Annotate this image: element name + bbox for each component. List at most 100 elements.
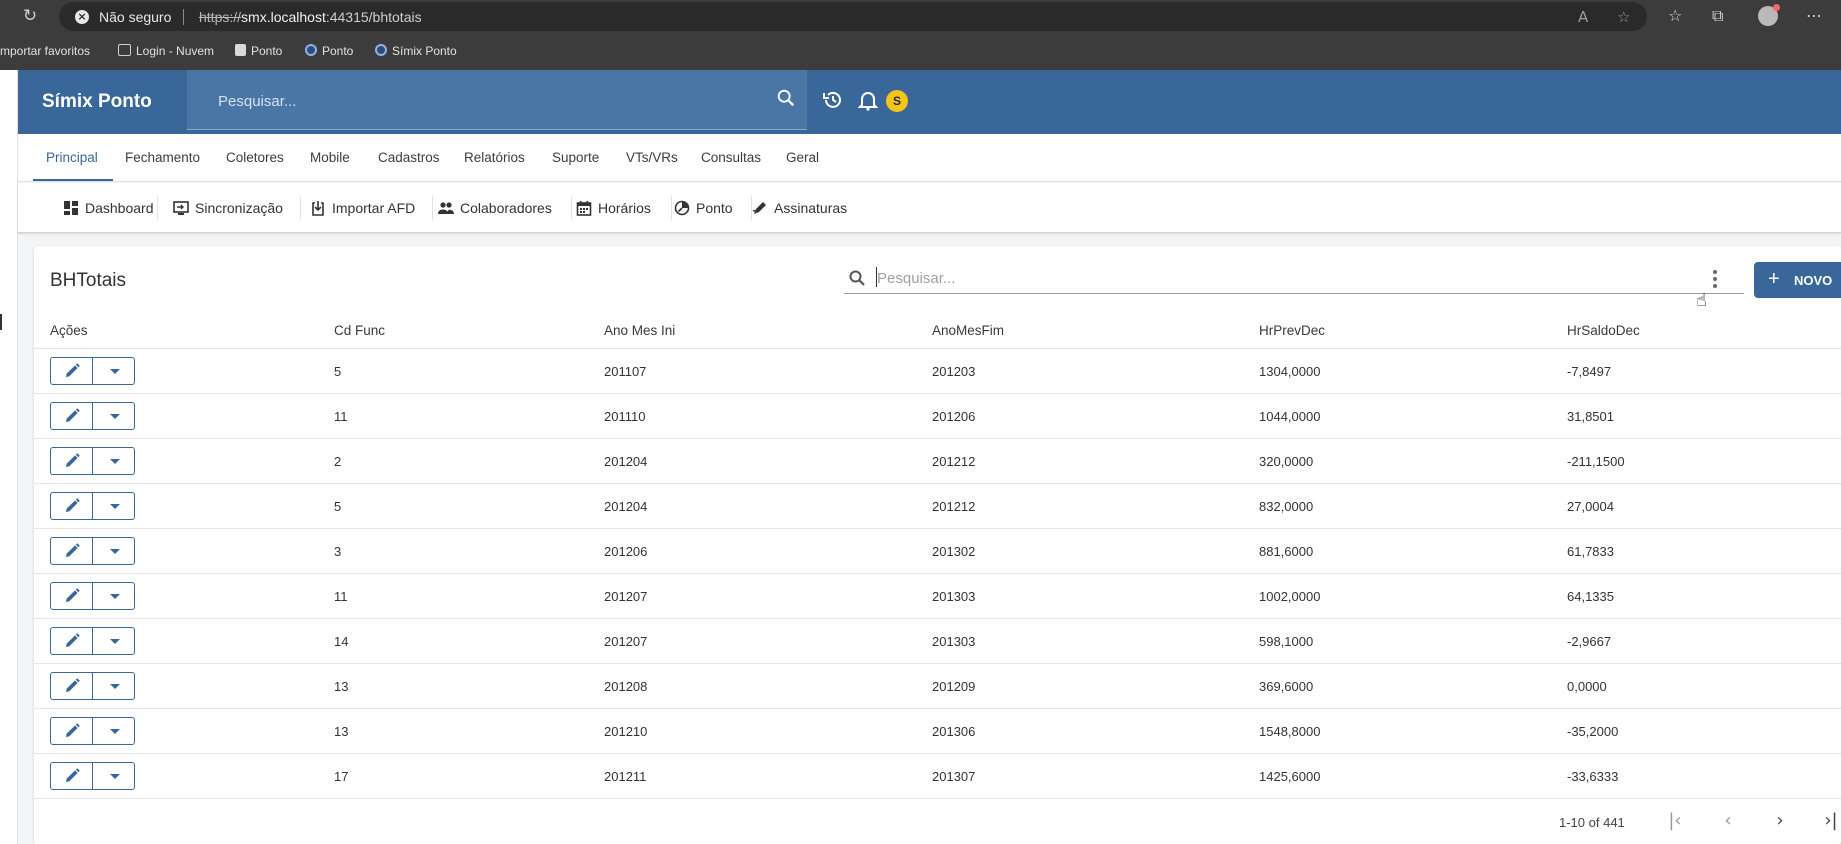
- tab-principal[interactable]: Principal: [46, 150, 98, 165]
- plus-icon: +: [1768, 268, 1780, 290]
- column-header-hr-saldo-dec[interactable]: HrSaldoDec: [1567, 323, 1640, 338]
- row-actions: [50, 627, 135, 655]
- row-menu-dropdown-button[interactable]: [94, 448, 135, 474]
- address-bar[interactable]: × Não seguro https://smx.localhost:44315…: [59, 2, 1647, 31]
- column-header-cd-func[interactable]: Cd Func: [334, 323, 385, 338]
- row-menu-dropdown-button[interactable]: [94, 358, 135, 384]
- row-menu-dropdown-button[interactable]: [94, 493, 135, 519]
- table-search-placeholder: Pesquisar...: [877, 270, 956, 287]
- bookmark-import-favorites[interactable]: mportar favoritos: [0, 44, 90, 58]
- more-menu-icon[interactable]: ⋯: [1806, 6, 1822, 25]
- notifications-icon[interactable]: [856, 88, 880, 112]
- edit-button[interactable]: [51, 358, 93, 384]
- row-menu-dropdown-button[interactable]: [94, 628, 135, 654]
- tab-suporte[interactable]: Suporte: [552, 150, 599, 165]
- bookmark-ponto-2[interactable]: Ponto: [305, 44, 353, 58]
- cell-fim: 201212: [932, 454, 976, 469]
- subnav-label: Importar AFD: [332, 200, 416, 216]
- column-header-hr-prev-dec[interactable]: HrPrevDec: [1259, 323, 1325, 338]
- url-path: :44315/bhtotais: [325, 9, 422, 25]
- previous-page-icon[interactable]: ‹: [1717, 810, 1739, 832]
- edit-button[interactable]: [51, 448, 93, 474]
- pencil-icon: [66, 768, 80, 782]
- tab-geral[interactable]: Geral: [786, 150, 819, 165]
- row-menu-dropdown-button[interactable]: [94, 673, 135, 699]
- favorite-star-icon[interactable]: ☆: [1617, 8, 1630, 26]
- history-icon[interactable]: [821, 88, 845, 112]
- table-row: 5 201107 201203 1304,0000 -7,8497: [34, 349, 1841, 394]
- main-tabs: Principal Fechamento Coletores Mobile Ca…: [18, 134, 1841, 182]
- app-title[interactable]: Símix Ponto: [42, 91, 152, 113]
- folder-icon: [118, 44, 131, 56]
- next-page-icon[interactable]: ›: [1769, 810, 1791, 832]
- subnav-label: Colaboradores: [460, 200, 552, 216]
- tab-fechamento[interactable]: Fechamento: [125, 150, 200, 165]
- profile-avatar-icon[interactable]: [1758, 4, 1780, 26]
- cell-cd: 2: [334, 454, 342, 469]
- column-header-ano-mes-fim[interactable]: AnoMesFim: [932, 323, 1004, 338]
- sync-icon: [173, 201, 189, 215]
- bookmark-simix-ponto[interactable]: Símix Ponto: [375, 44, 457, 58]
- not-secure-icon[interactable]: ×: [75, 10, 89, 24]
- column-header-ano-mes-ini[interactable]: Ano Mes Ini: [604, 323, 675, 338]
- subnav-label: Sincronização: [195, 200, 283, 216]
- tab-vts-vrs[interactable]: VTs/VRs: [626, 150, 678, 165]
- cell-ini: 201204: [604, 499, 648, 514]
- row-menu-dropdown-button[interactable]: [94, 718, 135, 744]
- browser-chrome: ↻ × Não seguro https://smx.localhost:443…: [0, 0, 1841, 70]
- row-menu-dropdown-button[interactable]: [94, 538, 135, 564]
- collections-icon[interactable]: ⧉: [1712, 6, 1723, 26]
- pencil-icon: [66, 408, 80, 422]
- address-row: ↻ × Não seguro https://smx.localhost:443…: [0, 0, 1841, 32]
- row-menu-dropdown-button[interactable]: [94, 583, 135, 609]
- cell-fim: 201303: [932, 589, 976, 604]
- row-actions: [50, 447, 135, 475]
- pencil-icon: [66, 633, 80, 647]
- clock-icon: [674, 200, 690, 216]
- table-search-input[interactable]: Pesquisar...: [844, 260, 1744, 294]
- row-menu-dropdown-button[interactable]: [94, 763, 135, 789]
- tab-coletores[interactable]: Coletores: [226, 150, 284, 165]
- security-label[interactable]: Não seguro: [99, 9, 171, 25]
- more-options-icon[interactable]: [1713, 270, 1717, 288]
- reload-icon[interactable]: ↻: [20, 6, 40, 26]
- url-text[interactable]: https://smx.localhost:44315/bhtotais: [199, 9, 422, 25]
- last-page-icon[interactable]: ›|: [1820, 810, 1841, 832]
- people-icon: [438, 202, 454, 214]
- table-row: 13 201208 201209 369,6000 0,0000: [34, 664, 1841, 709]
- cell-saldo: -7,8497: [1567, 364, 1612, 379]
- row-actions: [50, 582, 135, 610]
- bookmark-ponto-1[interactable]: Ponto: [235, 44, 282, 58]
- row-menu-dropdown-button[interactable]: [94, 403, 135, 429]
- cell-fim: 201307: [932, 769, 976, 784]
- table-row: 5 201204 201212 832,0000 27,0004: [34, 484, 1841, 529]
- edit-button[interactable]: [51, 493, 93, 519]
- edit-button[interactable]: [51, 718, 93, 744]
- edit-button[interactable]: [51, 403, 93, 429]
- edit-button[interactable]: [51, 628, 93, 654]
- edit-button[interactable]: [51, 538, 93, 564]
- cell-fim: 201302: [932, 544, 976, 559]
- tab-cadastros[interactable]: Cadastros: [378, 150, 440, 165]
- edit-button[interactable]: [51, 673, 93, 699]
- tab-relatorios[interactable]: Relatórios: [464, 150, 525, 165]
- edit-button[interactable]: [51, 763, 93, 789]
- cell-cd: 11: [334, 589, 348, 604]
- edit-button[interactable]: [51, 583, 93, 609]
- tab-mobile[interactable]: Mobile: [310, 150, 350, 165]
- app-header: Símix Ponto Pesquisar... S: [18, 70, 1841, 134]
- user-avatar[interactable]: S: [886, 90, 908, 112]
- favorites-icon[interactable]: ☆: [1668, 6, 1682, 25]
- bookmark-login-nuvem[interactable]: Login - Nuvem: [118, 44, 214, 58]
- tab-consultas[interactable]: Consultas: [701, 150, 761, 165]
- drawer-marker: [0, 314, 2, 330]
- first-page-icon[interactable]: |‹: [1664, 810, 1686, 832]
- cell-ini: 201107: [604, 364, 647, 379]
- url-divider: [183, 9, 184, 25]
- table-row: 2 201204 201212 320,0000 -211,1500: [34, 439, 1841, 484]
- new-button[interactable]: + NOVO: [1754, 262, 1841, 298]
- cell-prev: 1304,0000: [1259, 364, 1321, 379]
- cell-saldo: -211,1500: [1567, 454, 1625, 469]
- read-aloud-icon[interactable]: A: [1578, 8, 1588, 26]
- search-icon[interactable]: [775, 87, 797, 109]
